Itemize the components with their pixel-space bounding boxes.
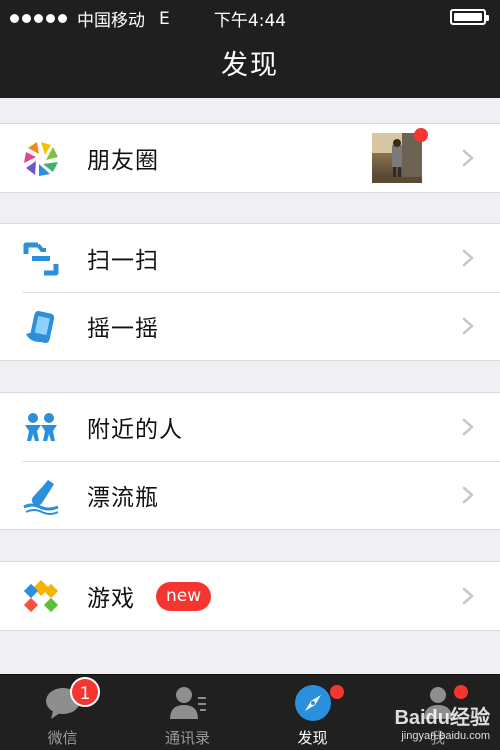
tab-label: 发现 (297, 729, 328, 747)
unread-dot (454, 685, 468, 699)
compass-icon (295, 685, 331, 721)
unread-count-badge: 1 (70, 677, 100, 707)
group-moments: 朋友圈 (0, 123, 500, 193)
unread-dot (414, 128, 428, 142)
menu-item-drift-bottle[interactable]: 漂流瓶 (0, 461, 500, 529)
people-nearby-icon (25, 413, 57, 441)
chevron-right-icon (462, 587, 474, 605)
drift-bottle-icon (23, 480, 59, 515)
shake-icon (26, 310, 55, 344)
menu-item-label: 朋友圈 (87, 148, 159, 174)
tab-bar: 1 微信 通讯录 发现 我 Baidu经验 jingyan.baidu.com (0, 674, 500, 750)
battery-icon (450, 9, 489, 25)
status-time: 下午4:44 (213, 11, 287, 31)
tab-chats[interactable]: 1 微信 (0, 675, 125, 750)
nav-bar: 发现 (0, 34, 500, 98)
menu-item-label: 漂流瓶 (87, 485, 159, 511)
watermark: Baidu经验 jingyan.baidu.com (394, 707, 490, 742)
games-icon (23, 580, 59, 613)
menu-item-label: 游戏 (87, 586, 135, 612)
menu-item-moments[interactable]: 朋友圈 (0, 124, 500, 192)
status-bar: 中国移动 E 下午4:44 (0, 0, 500, 34)
moments-thumbnail (372, 133, 422, 183)
new-badge: new (156, 582, 212, 611)
moments-icon (24, 142, 58, 176)
chevron-right-icon (462, 418, 474, 436)
group-nearby-bottle: 附近的人 漂流瓶 (0, 392, 500, 530)
unread-dot (330, 685, 344, 699)
menu-item-scan[interactable]: 扫一扫 (0, 224, 500, 292)
chevron-right-icon (462, 249, 474, 267)
group-games: 游戏 new (0, 561, 500, 631)
tab-discover[interactable]: 发现 (250, 675, 375, 750)
tab-label: 微信 (47, 729, 78, 747)
group-scan-shake: 扫一扫 摇一摇 (0, 223, 500, 361)
tab-label: 通讯录 (164, 729, 210, 747)
menu-item-shake[interactable]: 摇一摇 (0, 292, 500, 360)
chevron-right-icon (462, 317, 474, 335)
scan-icon (23, 242, 59, 276)
menu-item-people-nearby[interactable]: 附近的人 (0, 393, 500, 461)
chevron-right-icon (462, 486, 474, 504)
chevron-right-icon (462, 149, 474, 167)
contacts-icon (170, 687, 206, 719)
tab-contacts[interactable]: 通讯录 (125, 675, 250, 750)
menu-item-label: 摇一摇 (87, 316, 159, 342)
menu-item-games[interactable]: 游戏 new (0, 562, 500, 630)
menu-item-label: 附近的人 (87, 417, 183, 443)
menu-item-label: 扫一扫 (87, 248, 159, 274)
page-title: 发现 (221, 50, 279, 81)
